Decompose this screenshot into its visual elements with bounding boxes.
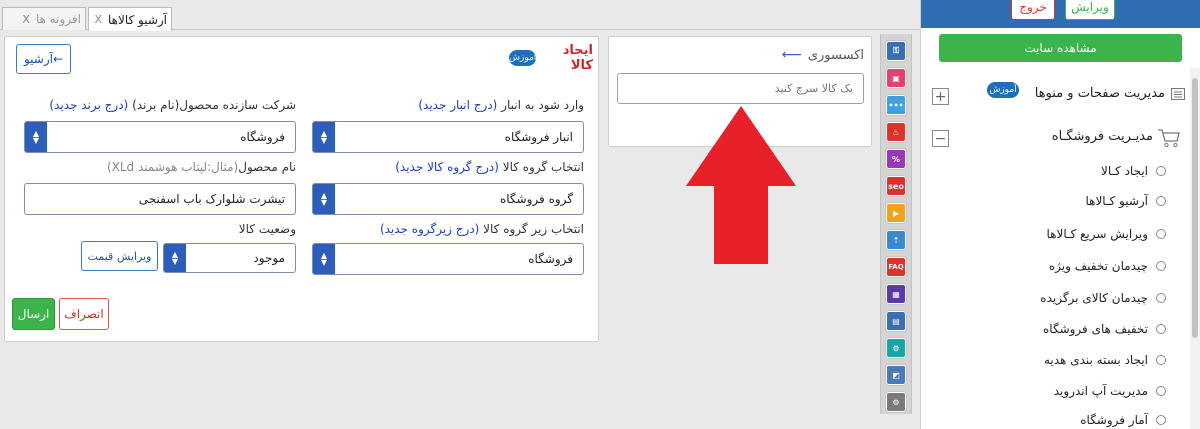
pages-menu-title[interactable]: مدیریت صفحات و منوها: [1005, 86, 1165, 101]
product-name-hint: (مثال:لپتاب هوشمند XLd): [106, 160, 239, 174]
archive-button[interactable]: آرشیو←: [16, 44, 71, 74]
key-icon[interactable]: ⚿: [886, 41, 906, 61]
accessory-search-input[interactable]: [617, 73, 864, 104]
sidebar-item-android-app[interactable]: مدیریت آپ اندروید: [1054, 384, 1166, 398]
status-select[interactable]: ▲ ▼ موجود: [163, 243, 296, 273]
collapse-icon[interactable]: −: [932, 130, 949, 147]
sidebar-item-shop-stats[interactable]: آمار فروشگاه: [1080, 413, 1166, 427]
sidebar-header: [921, 0, 1200, 28]
radio-icon: [1156, 196, 1166, 206]
sidebar-item-gift-wrap[interactable]: ایجاد بسته بندی هدیه: [1044, 353, 1166, 367]
radio-icon: [1156, 261, 1166, 271]
sidebar: ویرایش خروج مشاهده سایت مدیریت صفحات و م…: [920, 0, 1200, 429]
settings-icon[interactable]: ⚙: [886, 338, 906, 358]
warehouse-label: وارد شود به انبار (درج انبار جدید): [418, 98, 584, 112]
radio-icon: [1156, 293, 1166, 303]
submit-button[interactable]: ارسال: [12, 298, 55, 330]
red-arrow-up-icon: [686, 106, 796, 264]
select-arrow-icon: ▲ ▼: [313, 244, 335, 274]
fire-icon[interactable]: ♨: [886, 122, 906, 142]
new-warehouse-link[interactable]: (درج انبار جدید): [418, 98, 497, 112]
accessory-header: اکسسوری ⟵: [740, 47, 864, 63]
arrow-left-icon: ⟵: [781, 47, 802, 63]
sidebar-item-featured-products[interactable]: چیدمان کالای برگزیده: [1040, 291, 1166, 305]
video-icon[interactable]: ▶: [886, 203, 906, 223]
form-header: ایجاد کالا آموزش: [509, 43, 593, 73]
sidebar-scrollbar[interactable]: [1190, 68, 1200, 429]
group-select[interactable]: ▲ ▼ گروه فروشگاه: [312, 183, 584, 215]
grid-icon[interactable]: ▦: [886, 284, 906, 304]
manufacturer-label: شرکت سازنده محصول(نام برند) (درج برند جد…: [49, 98, 296, 112]
edit-button[interactable]: ویرایش: [1065, 0, 1115, 20]
product-name-label: نام محصول(مثال:لپتاب هوشمند XLd): [106, 160, 296, 174]
subgroup-label: انتخاب زیر گروه کالا (درج زیرگروه جدید): [379, 222, 584, 236]
tab-product-archive[interactable]: آرشیو کالاها X: [88, 7, 172, 31]
dots-icon[interactable]: •••: [886, 95, 906, 115]
close-icon[interactable]: X: [94, 13, 102, 26]
new-brand-link[interactable]: (درج برند جدید): [49, 98, 128, 112]
cancel-button[interactable]: انصراف: [59, 298, 109, 330]
shop-menu-title[interactable]: مدیـریت فروشگـاه: [1015, 129, 1153, 144]
edit-price-button[interactable]: ویرایش قیمت: [81, 241, 158, 271]
list-icon: [1171, 88, 1185, 100]
tab-plugins[interactable]: افزونه ها X: [2, 7, 86, 30]
new-group-link[interactable]: (درج گروه کالا جدید): [395, 160, 499, 174]
sidebar-item-shop-discounts[interactable]: تخفیف های فروشگاه: [1043, 322, 1166, 336]
radio-icon: [1156, 386, 1166, 396]
plugin-icon-column: ⚿ ▣ ••• ♨ % seo ▶ ⇡ FAQ ▦ ▤ ⚙ ◩ ⚙: [880, 34, 912, 414]
seo-icon[interactable]: seo: [886, 176, 906, 196]
radio-icon: [1156, 324, 1166, 334]
warehouse-select[interactable]: ▲ ▼ انبار فروشگاه: [312, 121, 584, 153]
radio-icon: [1156, 415, 1166, 425]
close-icon[interactable]: X: [22, 13, 30, 26]
select-arrow-icon: ▲ ▼: [313, 122, 335, 152]
discount-icon[interactable]: %: [886, 149, 906, 169]
document-icon[interactable]: ▤: [886, 311, 906, 331]
radio-icon: [1156, 355, 1166, 365]
gear-icon[interactable]: ⚙: [886, 392, 906, 412]
accessory-title: اکسسوری: [807, 47, 864, 63]
sidebar-item-product-archive[interactable]: آرشیو کـالاها: [1085, 194, 1166, 208]
select-arrow-icon: ▲ ▼: [25, 122, 47, 152]
scroll-thumb[interactable]: [1192, 78, 1198, 338]
expand-icon[interactable]: +: [932, 88, 949, 105]
subgroup-select[interactable]: ▲ ▼ فروشگاه: [312, 243, 584, 275]
sidebar-item-create-product[interactable]: ایجاد کـالا: [1101, 164, 1166, 178]
logout-button[interactable]: خروج: [1011, 0, 1055, 20]
sidebar-item-quick-edit[interactable]: ویرایش سریع کـالاها: [1047, 227, 1166, 241]
new-subgroup-link[interactable]: (درج زیرگروه جدید): [380, 222, 479, 236]
tab-label: آرشیو کالاها: [107, 12, 167, 27]
status-label: وضعیت کالا: [238, 222, 296, 236]
page-title: ایجاد کالا: [562, 43, 593, 73]
sidebar-item-special-discount[interactable]: چیدمان تخفیف ویژه: [1049, 259, 1166, 273]
product-name-input[interactable]: تیشرت شلوارک باب اسفنجی: [24, 183, 296, 215]
image-icon[interactable]: ◩: [886, 365, 906, 385]
manufacturer-select[interactable]: ▲ ▼ فروشگاه: [24, 121, 296, 153]
cart-icon: [1157, 128, 1181, 148]
gallery-icon[interactable]: ▣: [886, 68, 906, 88]
tutorial-badge[interactable]: آموزش: [987, 82, 1019, 98]
group-label: انتخاب گروه کالا (درج گروه کالا جدید): [395, 160, 584, 174]
select-arrow-icon: ▲ ▼: [164, 244, 186, 272]
faq-icon[interactable]: FAQ: [886, 257, 906, 277]
upload-icon[interactable]: ⇡: [886, 230, 906, 250]
tutorial-badge[interactable]: آموزش: [509, 50, 537, 66]
radio-icon: [1156, 166, 1166, 176]
select-arrow-icon: ▲ ▼: [313, 184, 335, 214]
radio-icon: [1156, 229, 1166, 239]
view-site-button[interactable]: مشاهده سایت: [939, 34, 1182, 62]
tab-label: افزونه ها: [35, 12, 81, 26]
